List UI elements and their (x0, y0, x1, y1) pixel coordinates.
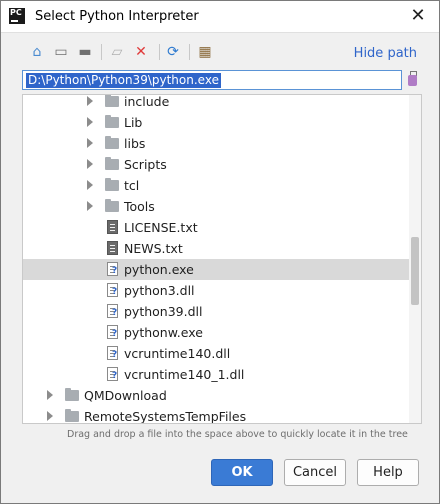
tree-folder-row[interactable]: Tools (23, 196, 409, 217)
tree-file-row[interactable]: ? vcruntime140.dll (23, 343, 409, 364)
tree-item-label: LICENSE.txt (124, 220, 198, 235)
folder-icon (105, 95, 119, 107)
expand-arrow-icon[interactable] (87, 117, 93, 127)
tree-file-row[interactable]: LICENSE.txt (23, 217, 409, 238)
tree-item-label: pythonw.exe (124, 325, 203, 340)
tree-file-row[interactable]: ? python3.dll (23, 280, 409, 301)
folder-icon (65, 409, 79, 422)
python-file-icon: ? (107, 262, 118, 276)
path-history-icon[interactable] (405, 70, 421, 90)
tree-item-label: include (124, 94, 170, 109)
tree-item-label: QMDownload (84, 388, 167, 403)
tree-file-row[interactable]: NEWS.txt (23, 238, 409, 259)
new-folder-icon[interactable]: ▱ (107, 42, 127, 62)
ok-button[interactable]: OK (211, 459, 273, 486)
tree-item-label: tcl (124, 178, 140, 193)
tree-item-label: libs (124, 136, 146, 151)
expand-arrow-icon[interactable] (47, 390, 53, 400)
hide-path-link[interactable]: Hide path (354, 46, 417, 61)
tree-item-label: Tools (124, 199, 155, 214)
tree-folder-row[interactable]: QMDownload (23, 385, 409, 406)
file-chooser-toolbar: ⌂ ▭ ▬ ▱ ✕ ⟳ ▦ Hide path (23, 42, 423, 64)
path-input[interactable]: D:\Python\Python39\python.exe (22, 70, 402, 90)
tree-item-label: RemoteSystemsTempFiles (84, 409, 247, 424)
tree-item-label: vcruntime140_1.dll (124, 367, 245, 382)
folder-icon (65, 388, 79, 401)
tree-file-row[interactable]: ? python39.dll (23, 301, 409, 322)
tree-item-label: NEWS.txt (124, 241, 183, 256)
tree-item-label: Scripts (124, 157, 167, 172)
tree-file-row[interactable]: ? python.exe (23, 259, 409, 280)
dialog-title: Select Python Interpreter (35, 9, 199, 24)
title-bar[interactable]: PC Select Python Interpreter ✕ (1, 1, 439, 33)
show-hidden-icon[interactable]: ▦ (195, 42, 215, 62)
expand-arrow-icon[interactable] (87, 96, 93, 106)
tree-item-label: Lib (124, 115, 143, 130)
tree-folder-row[interactable]: RemoteSystemsTempFiles (23, 406, 409, 424)
close-icon[interactable]: ✕ (405, 4, 431, 28)
folder-icon (105, 157, 119, 170)
folder-icon (105, 199, 119, 212)
refresh-icon[interactable]: ⟳ (163, 42, 183, 62)
desktop-icon[interactable]: ▭ (51, 42, 71, 62)
app-icon-text: PC (10, 8, 22, 17)
tree-folder-row[interactable]: include (23, 94, 409, 112)
tree-folder-row[interactable]: tcl (23, 175, 409, 196)
folder-icon (105, 136, 119, 149)
expand-arrow-icon[interactable] (87, 180, 93, 190)
select-interpreter-dialog: PC Select Python Interpreter ✕ ⌂ ▭ ▬ ▱ ✕ ⟳ ▦ H… (0, 0, 440, 504)
expand-arrow-icon[interactable] (47, 411, 53, 421)
folder-icon (105, 115, 119, 128)
expand-arrow-icon[interactable] (87, 201, 93, 211)
tree-item-label: python3.dll (124, 283, 195, 298)
python-file-icon: ? (107, 283, 118, 297)
expand-arrow-icon[interactable] (87, 159, 93, 169)
tree-item-label: python.exe (124, 262, 194, 277)
file-tree[interactable]: include Lib libs Scripts tcl Tools LICENSE.txt… (22, 94, 422, 424)
text-file-icon (107, 220, 118, 234)
scrollbar-thumb[interactable] (411, 237, 419, 305)
path-input-value[interactable]: D:\Python\Python39\python.exe (26, 73, 221, 88)
tree-item-label: vcruntime140.dll (124, 346, 231, 361)
delete-icon[interactable]: ✕ (131, 42, 151, 62)
drag-drop-hint: Drag and drop a file into the space abov… (67, 429, 408, 440)
tree-folder-row[interactable]: libs (23, 133, 409, 154)
tree-folder-row[interactable]: Lib (23, 112, 409, 133)
tree-file-row[interactable]: ? pythonw.exe (23, 322, 409, 343)
python-file-icon: ? (107, 367, 118, 381)
toolbar-separator (189, 44, 190, 60)
tree-item-label: python39.dll (124, 304, 203, 319)
cancel-button[interactable]: Cancel (284, 459, 346, 486)
text-file-icon (107, 241, 118, 255)
tree-scrollbar[interactable] (409, 95, 421, 423)
help-button[interactable]: Help (357, 459, 419, 486)
project-folder-icon[interactable]: ▬ (75, 42, 95, 62)
tree-folder-row[interactable]: Scripts (23, 154, 409, 175)
toolbar-separator (101, 44, 102, 60)
python-file-icon: ? (107, 346, 118, 360)
expand-arrow-icon[interactable] (87, 138, 93, 148)
pycharm-app-icon: PC (9, 8, 25, 24)
home-icon[interactable]: ⌂ (27, 42, 47, 62)
tree-file-row[interactable]: ? vcruntime140_1.dll (23, 364, 409, 385)
folder-icon (105, 178, 119, 191)
python-file-icon: ? (107, 325, 118, 339)
toolbar-separator (159, 44, 160, 60)
python-file-icon: ? (107, 304, 118, 318)
